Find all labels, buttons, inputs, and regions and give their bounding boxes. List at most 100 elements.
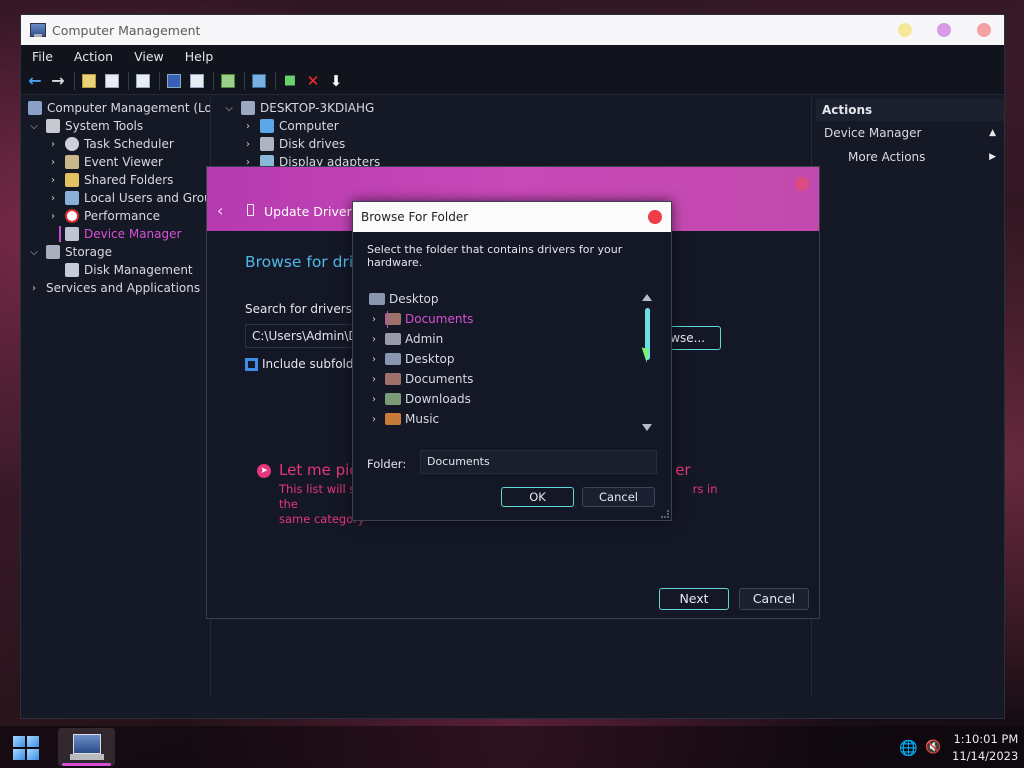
folder-item-downloads[interactable]: › Downloads	[369, 390, 471, 408]
show-hide-tree-icon[interactable]	[103, 72, 121, 90]
device-manager-icon	[65, 227, 79, 241]
tree-item-local-users[interactable]: › Local Users and Groups	[47, 189, 210, 207]
scan-hardware-icon[interactable]	[250, 72, 268, 90]
tree-item-label: Shared Folders	[84, 173, 174, 187]
clock-time: 1:10:01 PM	[953, 732, 1019, 746]
tree-item-performance[interactable]: › Performance	[47, 207, 160, 225]
tree-item-event-viewer[interactable]: › Event Viewer	[47, 153, 163, 171]
toolbar-separator	[213, 71, 214, 90]
computer-management-icon	[28, 101, 42, 115]
include-subfolders-checkbox[interactable]: Include subfolder	[245, 357, 366, 371]
add-driver-icon[interactable]: ■	[281, 72, 299, 90]
chevron-down-icon[interactable]: ⌵	[223, 103, 235, 114]
actions-pane: Actions Device Manager ▲ More Actions ▶	[816, 99, 1004, 699]
computer-base-icon	[70, 754, 104, 760]
maximize-button[interactable]	[937, 23, 951, 37]
cancel-button[interactable]: Cancel	[739, 588, 809, 610]
tree-item-shared-folders[interactable]: › Shared Folders	[47, 171, 173, 189]
scroll-down-arrow-icon[interactable]	[642, 424, 652, 431]
chevron-right-icon[interactable]: ›	[369, 314, 379, 325]
tree-item-label: Local Users and Groups	[84, 191, 210, 205]
browse-cancel-button[interactable]: Cancel	[582, 487, 655, 507]
arrow-circle-icon[interactable]: ➤	[257, 464, 271, 478]
chevron-right-icon[interactable]: ›	[47, 175, 59, 186]
chevron-down-icon[interactable]: ⌵	[28, 121, 40, 132]
folder-item-desktop-root[interactable]: Desktop	[369, 290, 439, 308]
sound-muted-icon[interactable]: 🔇	[925, 740, 941, 755]
tree-item-storage[interactable]: ⌵ Storage	[28, 243, 112, 261]
browse-dialog-titlebar[interactable]: Browse For Folder	[353, 202, 671, 232]
tree-item-label: System Tools	[65, 119, 144, 133]
folder-item-music[interactable]: › Music	[369, 410, 439, 428]
actions-more-actions[interactable]: More Actions ▶	[816, 145, 1004, 169]
start-button[interactable]	[13, 736, 40, 760]
folder-input[interactable]: Documents	[420, 450, 657, 474]
up-folder-icon[interactable]	[80, 72, 98, 90]
chevron-right-icon[interactable]: ›	[47, 211, 59, 222]
folder-item-documents-2[interactable]: › Documents	[369, 370, 473, 388]
device-host[interactable]: ⌵ DESKTOP-3KDIAHG	[223, 99, 374, 117]
download-icon[interactable]: ⬇	[327, 72, 345, 90]
title-bar[interactable]: Computer Management	[21, 15, 1004, 45]
actions-device-manager-label: Device Manager	[824, 126, 922, 140]
desktop-icon	[385, 353, 401, 365]
chevron-down-icon[interactable]: ⌵	[28, 247, 40, 258]
disk-drive-icon	[260, 137, 274, 151]
active-app-indicator	[62, 763, 111, 766]
event-viewer-icon	[65, 155, 79, 169]
close-button[interactable]	[977, 23, 991, 37]
system-clock[interactable]: 1:10:01 PM 11/14/2023	[952, 731, 1018, 765]
tree-item-system-tools[interactable]: ⌵ System Tools	[28, 117, 143, 135]
menu-action[interactable]: Action	[63, 49, 123, 64]
minimize-button[interactable]	[898, 23, 912, 37]
device-category-disk-drives[interactable]: › Disk drives	[242, 135, 345, 153]
chevron-right-icon[interactable]: ›	[369, 374, 379, 385]
help-icon[interactable]	[165, 72, 183, 90]
back-arrow-icon[interactable]: ‹	[217, 201, 223, 220]
folder-tree: Desktop › Documents › Admin › Desktop › …	[367, 290, 657, 436]
wizard-close-button[interactable]	[795, 177, 809, 191]
folder-item-admin[interactable]: › Admin	[369, 330, 443, 348]
tree-item-services[interactable]: › Services and Applications	[28, 279, 200, 297]
actions-device-manager[interactable]: Device Manager ▲	[816, 121, 1004, 145]
chevron-right-icon[interactable]: ›	[369, 334, 379, 345]
properties-icon[interactable]	[134, 72, 152, 90]
tree-item-root[interactable]: Computer Management (Local	[28, 99, 210, 117]
next-button[interactable]: Next	[659, 588, 729, 610]
resize-grip-icon[interactable]	[661, 510, 669, 518]
collapse-up-icon[interactable]: ▲	[989, 128, 996, 138]
tree-item-device-manager[interactable]: Device Manager	[58, 225, 181, 243]
chevron-right-icon[interactable]: ›	[47, 193, 59, 204]
monitor-icon	[260, 119, 274, 133]
update-driver-icon[interactable]	[219, 72, 237, 90]
checkbox-icon[interactable]	[245, 357, 258, 371]
globe-network-icon[interactable]: 🌐	[899, 739, 918, 757]
uninstall-icon[interactable]: ✕	[304, 72, 322, 90]
menu-view[interactable]: View	[123, 49, 174, 64]
browse-dialog-close-button[interactable]	[648, 210, 662, 224]
chevron-right-icon[interactable]: ›	[242, 139, 254, 150]
tree-item-disk-management[interactable]: Disk Management	[65, 261, 193, 279]
forward-arrow-icon[interactable]: →	[49, 71, 67, 90]
scroll-up-arrow-icon[interactable]	[642, 294, 652, 301]
toolbar-separator	[74, 71, 75, 90]
chevron-right-icon[interactable]: ›	[369, 354, 379, 365]
chevron-right-icon[interactable]: ›	[369, 414, 379, 425]
back-arrow-icon[interactable]: ←	[26, 71, 44, 90]
taskbar	[0, 726, 1024, 768]
folder-item-documents[interactable]: › Documents	[369, 310, 473, 328]
tree-item-task-scheduler[interactable]: › Task Scheduler	[47, 135, 174, 153]
action-pane-icon[interactable]	[188, 72, 206, 90]
taskbar-app-computer-management[interactable]	[58, 728, 115, 766]
chevron-right-icon[interactable]: ›	[47, 157, 59, 168]
menu-help[interactable]: Help	[174, 49, 224, 64]
folder-label: Documents	[405, 372, 474, 386]
chevron-right-icon[interactable]: ›	[28, 283, 40, 294]
chevron-right-icon[interactable]: ›	[369, 394, 379, 405]
folder-item-desktop[interactable]: › Desktop	[369, 350, 455, 368]
chevron-right-icon[interactable]: ›	[242, 121, 254, 132]
ok-button[interactable]: OK	[501, 487, 574, 507]
device-category-computer[interactable]: › Computer	[242, 117, 339, 135]
menu-file[interactable]: File	[21, 49, 63, 64]
chevron-right-icon[interactable]: ›	[47, 139, 59, 150]
